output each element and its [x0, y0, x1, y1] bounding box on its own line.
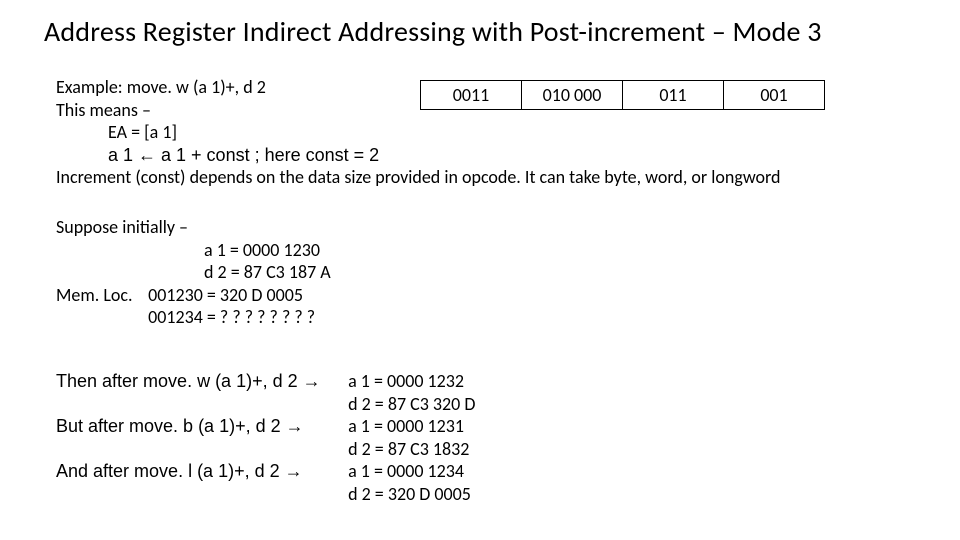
example-desc: Increment (const) depends on the data si…	[56, 166, 916, 189]
after-thenw: Then after move. w (a 1)+, d 2 →	[56, 370, 344, 393]
initial-block: Suppose initially – a 1 = 0000 1230 d 2 …	[56, 216, 331, 329]
table-row: 0011 010 000 011 001	[421, 81, 825, 110]
initial-mem1: 001230 = 320 D 0005	[148, 284, 303, 306]
after-butb: But after move. b (a 1)+, d 2 →	[56, 415, 344, 438]
after-w-d2: d 2 = 87 C3 320 D	[348, 393, 475, 415]
after-w-a1: a 1 = 0000 1232	[348, 370, 464, 392]
slide-root: Address Register Indirect Addressing wit…	[0, 0, 960, 540]
after-l-d2: d 2 = 320 D 0005	[348, 483, 471, 505]
opcode-cell-3: 011	[623, 81, 724, 110]
after-andl: And after move. l (a 1)+, d 2 →	[56, 460, 344, 483]
after-row-w: Then after move. w (a 1)+, d 2 → a 1 = 0…	[56, 370, 475, 415]
page-title: Address Register Indirect Addressing wit…	[44, 14, 822, 49]
initial-mem2-row: 001234 = ? ? ? ? ? ? ? ?	[56, 306, 331, 329]
example-inc: a 1 ← a 1 + const ; here const = 2	[56, 144, 916, 167]
after-l-a1: a 1 = 0000 1234	[348, 460, 464, 482]
opcode-cell-1: 0011	[421, 81, 522, 110]
initial-header: Suppose initially –	[56, 216, 331, 239]
initial-mem2: 001234 = ? ? ? ? ? ? ? ?	[148, 306, 315, 328]
initial-a1: a 1 = 0000 1230	[56, 239, 331, 262]
after-block: Then after move. w (a 1)+, d 2 → a 1 = 0…	[56, 370, 475, 505]
after-row-b: But after move. b (a 1)+, d 2 → a 1 = 00…	[56, 415, 475, 460]
after-row-l: And after move. l (a 1)+, d 2 → a 1 = 00…	[56, 460, 475, 505]
opcode-cell-4: 001	[724, 81, 825, 110]
initial-mem1-row: Mem. Loc. 001230 = 320 D 0005	[56, 284, 331, 307]
after-b-d2: d 2 = 87 C3 1832	[348, 438, 469, 460]
initial-d2: d 2 = 87 C3 187 A	[56, 261, 331, 284]
mem-loc-label: Mem. Loc.	[56, 284, 144, 307]
after-b-a1: a 1 = 0000 1231	[348, 415, 464, 437]
opcode-cell-2: 010 000	[522, 81, 623, 110]
opcode-table: 0011 010 000 011 001	[420, 80, 825, 110]
example-ea: EA = [a 1]	[56, 121, 916, 144]
